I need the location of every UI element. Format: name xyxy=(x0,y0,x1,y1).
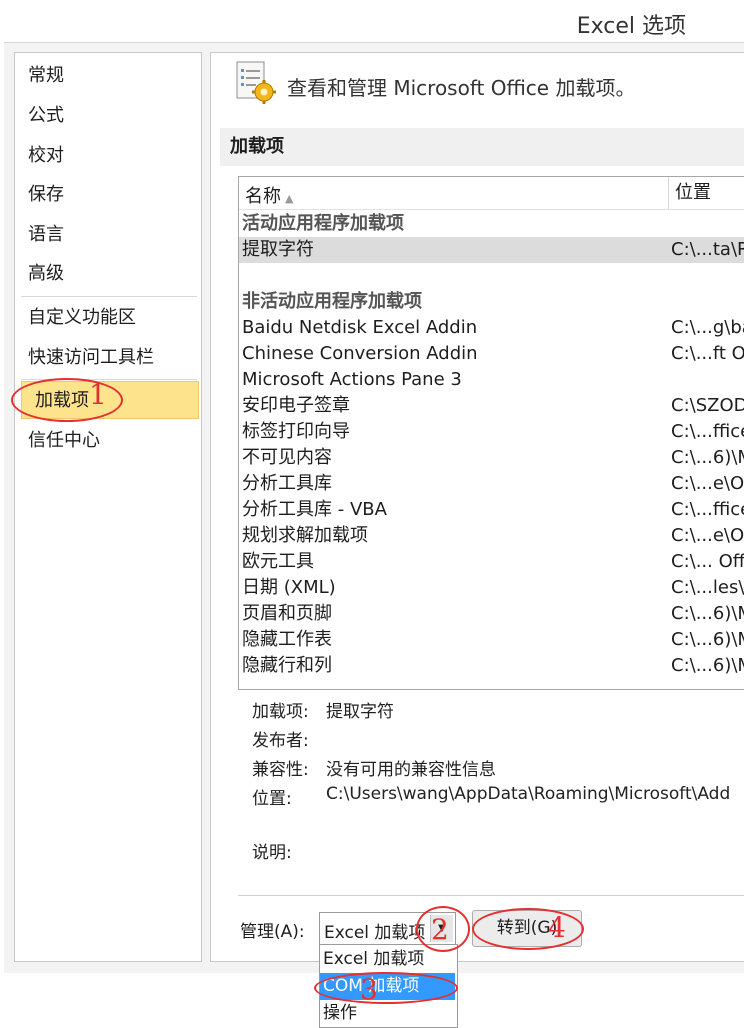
addins-list[interactable]: 名称▲ 位置 活动应用程序加载项 提取字符C:\...ta\Ro 非活动应用程序… xyxy=(238,176,744,690)
table-row[interactable]: 安印电子签章 C:\SZOD xyxy=(239,393,744,419)
column-header-location[interactable]: 位置 xyxy=(668,177,711,209)
table-row[interactable]: Chinese Conversion AddinC:\...ft Of xyxy=(239,341,744,367)
manage-label: 管理(A): xyxy=(240,922,305,942)
table-row[interactable]: 隐藏行和列C:\...6)\M xyxy=(239,653,744,679)
section-title: 加载项 xyxy=(220,128,744,166)
sort-asc-icon: ▲ xyxy=(285,192,294,205)
annotation-circle-4 xyxy=(472,908,584,950)
table-row[interactable]: 分析工具库 - VBA C:\...ffice xyxy=(239,497,744,523)
detail-addin-value: 提取字符 xyxy=(326,702,394,722)
sidebar-item-general[interactable]: 常规 xyxy=(15,57,199,95)
table-row[interactable]: 欧元工具 C:\... Offi xyxy=(239,549,744,575)
annotation-number-3: 3 xyxy=(360,973,378,1006)
column-header-name[interactable]: 名称 ▲ xyxy=(245,182,293,208)
sidebar-item-proofing[interactable]: 校对 xyxy=(15,137,199,175)
table-row[interactable]: Microsoft Actions Pane 3 xyxy=(239,367,744,393)
list-header: 名称 ▲ 位置 xyxy=(239,177,744,210)
detail-compat-label: 兼容性: xyxy=(252,760,309,780)
table-row[interactable]: 标签打印向导 C:\...ffice xyxy=(239,419,744,445)
table-row[interactable]: 日期 (XML)C:\...les\M xyxy=(239,575,744,601)
detail-description-label: 说明: xyxy=(252,843,292,863)
detail-compat-value: 没有可用的兼容性信息 xyxy=(326,760,496,780)
detail-addin-label: 加载项: xyxy=(252,702,309,722)
sidebar-divider xyxy=(21,296,197,297)
window-title: Excel 选项 xyxy=(576,14,686,39)
page-heading: 查看和管理 Microsoft Office 加载项。 xyxy=(287,76,636,100)
table-row[interactable]: 规划求解加载项 C:\...e\Of xyxy=(239,523,744,549)
divider xyxy=(238,895,744,896)
addins-gear-icon xyxy=(236,61,276,104)
table-row[interactable]: 分析工具库 C:\...e\Of xyxy=(239,471,744,497)
table-row[interactable]: 不可见内容C:\...6)\M xyxy=(239,445,744,471)
detail-publisher-label: 发布者: xyxy=(252,731,309,751)
group-header-active: 活动应用程序加载项 xyxy=(242,213,404,234)
table-row[interactable]: 隐藏工作表C:\...6)\M xyxy=(239,627,744,653)
sidebar-item-trust-center[interactable]: 信任中心 xyxy=(15,422,199,460)
table-row[interactable]: Baidu Netdisk Excel AddinC:\...g\ba xyxy=(239,315,744,341)
manage-select-value: Excel 加载项 xyxy=(324,923,426,943)
sidebar-item-save[interactable]: 保存 xyxy=(15,176,199,214)
sidebar: 常规 公式 校对 保存 语言 高级 自定义功能区 快速访问工具栏 加载项 信任中… xyxy=(14,52,202,962)
annotation-number-2: 2 xyxy=(431,913,449,946)
annotation-circle-3 xyxy=(314,972,458,1004)
annotation-number-4: 4 xyxy=(548,911,566,944)
table-row[interactable]: 提取字符C:\...ta\Ro xyxy=(239,237,744,263)
sidebar-item-language[interactable]: 语言 xyxy=(15,216,199,254)
sidebar-item-customize-ribbon[interactable]: 自定义功能区 xyxy=(15,299,199,337)
sidebar-item-advanced[interactable]: 高级 xyxy=(15,255,199,293)
table-row[interactable]: 页眉和页脚C:\...6)\M xyxy=(239,601,744,627)
sidebar-item-quick-access-toolbar[interactable]: 快速访问工具栏 xyxy=(15,339,199,377)
sidebar-item-formulas[interactable]: 公式 xyxy=(15,97,199,135)
group-header-inactive: 非活动应用程序加载项 xyxy=(242,291,422,312)
detail-location-label: 位置: xyxy=(252,789,292,809)
annotation-number-1: 1 xyxy=(89,378,107,411)
detail-location-value: C:\Users\wang\AppData\Roaming\Microsoft\… xyxy=(326,784,731,804)
